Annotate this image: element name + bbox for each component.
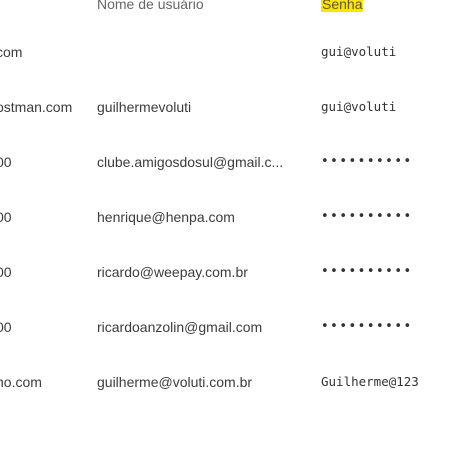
- password-cell-masked: ••••••••••: [321, 154, 413, 169]
- username-cell: guilhermevoluti: [97, 98, 192, 115]
- table-header: Nome de usuário Senha: [0, 0, 460, 24]
- password-cell: Guilherme@123: [321, 374, 419, 389]
- site-cell: 00: [0, 318, 12, 335]
- table-row[interactable]: no.com guilherme@voluti.com.br Guilherme…: [0, 354, 460, 409]
- site-cell: ostman.com: [0, 98, 73, 115]
- site-cell: 00: [0, 153, 12, 170]
- table-row[interactable]: com gui@voluti: [0, 24, 460, 79]
- password-cell-masked: ••••••••••: [321, 264, 413, 279]
- password-cell-masked: ••••••••••: [321, 209, 413, 224]
- table-row[interactable]: 00 ricardoanzolin@gmail.com ••••••••••: [0, 299, 460, 354]
- username-text: clube.amigosdosul@gmail.c...: [97, 153, 284, 170]
- site-cell: no.com: [0, 373, 42, 390]
- username-cell: henrique@henpa.com: [97, 208, 235, 225]
- password-column-label: Senha: [321, 0, 364, 12]
- password-cell: gui@voluti: [321, 44, 397, 59]
- site-cell: 00: [0, 263, 12, 280]
- saved-passwords-viewport: Nome de usuário Senha com gui@voluti ost…: [0, 0, 460, 460]
- password-cell: gui@voluti: [321, 99, 397, 114]
- username-cell: guilherme@voluti.com.br: [97, 373, 253, 390]
- username-cell: clube.amigosdosul@gmail.c...: [97, 134, 311, 189]
- password-column-header: Senha: [321, 0, 460, 24]
- site-cell: com: [0, 43, 23, 60]
- username-column-label: Nome de usuário: [97, 0, 204, 12]
- table-row[interactable]: 00 ricardo@weepay.com.br ••••••••••: [0, 244, 460, 299]
- password-cell-masked: ••••••••••: [321, 319, 413, 334]
- table-row[interactable]: 00 clube.amigosdosul@gmail.c... ••••••••…: [0, 134, 460, 189]
- saved-passwords-table: Nome de usuário Senha com gui@voluti ost…: [0, 0, 460, 409]
- username-column-header: Nome de usuário: [97, 0, 311, 24]
- table-row[interactable]: 00 henrique@henpa.com ••••••••••: [0, 189, 460, 244]
- username-cell: ricardoanzolin@gmail.com: [97, 318, 263, 335]
- site-cell: 00: [0, 208, 12, 225]
- username-cell: ricardo@weepay.com.br: [97, 263, 248, 280]
- table-row[interactable]: ostman.com guilhermevoluti gui@voluti: [0, 79, 460, 134]
- username-cell: [97, 24, 311, 79]
